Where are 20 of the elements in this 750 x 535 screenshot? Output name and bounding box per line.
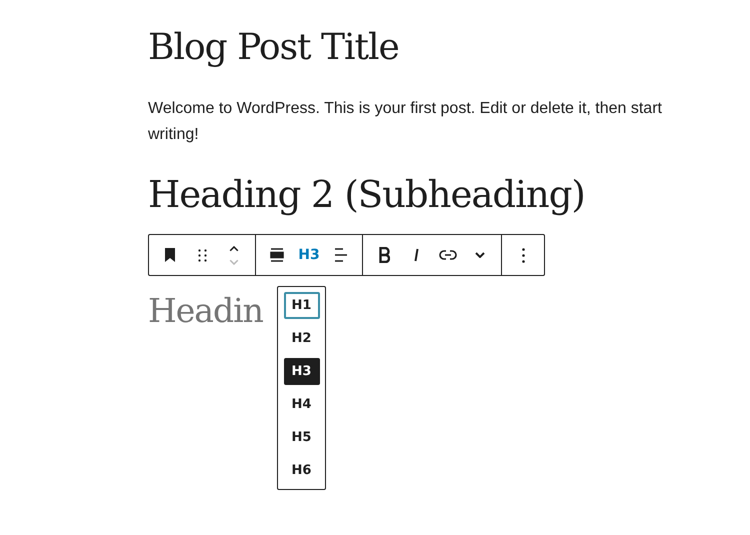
italic-icon: [414, 248, 418, 262]
link-icon: [439, 250, 457, 260]
bookmark-icon: [165, 248, 175, 262]
heading-level-option[interactable]: H5: [284, 424, 320, 451]
heading-level-option[interactable]: H1: [284, 292, 320, 319]
post-title: Blog Post Title: [148, 26, 399, 70]
heading-level-option[interactable]: H6: [284, 457, 320, 484]
heading-text: Headin: [148, 290, 263, 332]
drag-handle-icon: [198, 248, 206, 262]
chevron-down-icon: [475, 252, 485, 258]
heading-level-option[interactable]: H4: [284, 391, 320, 418]
text-align-icon: [334, 248, 348, 262]
heading-level-option[interactable]: H2: [284, 325, 320, 352]
heading-level-button[interactable]: H3: [294, 238, 324, 272]
paragraph-text: Welcome to WordPress. This is your first post. Edit or delete it, then start writing!: [148, 99, 663, 145]
bold-icon: [378, 247, 390, 263]
heading-level-option[interactable]: H3: [284, 358, 320, 385]
more-options-icon: [522, 248, 524, 262]
align-icon: [270, 248, 284, 262]
subheading-text: Heading 2 (Subheading): [148, 172, 585, 218]
